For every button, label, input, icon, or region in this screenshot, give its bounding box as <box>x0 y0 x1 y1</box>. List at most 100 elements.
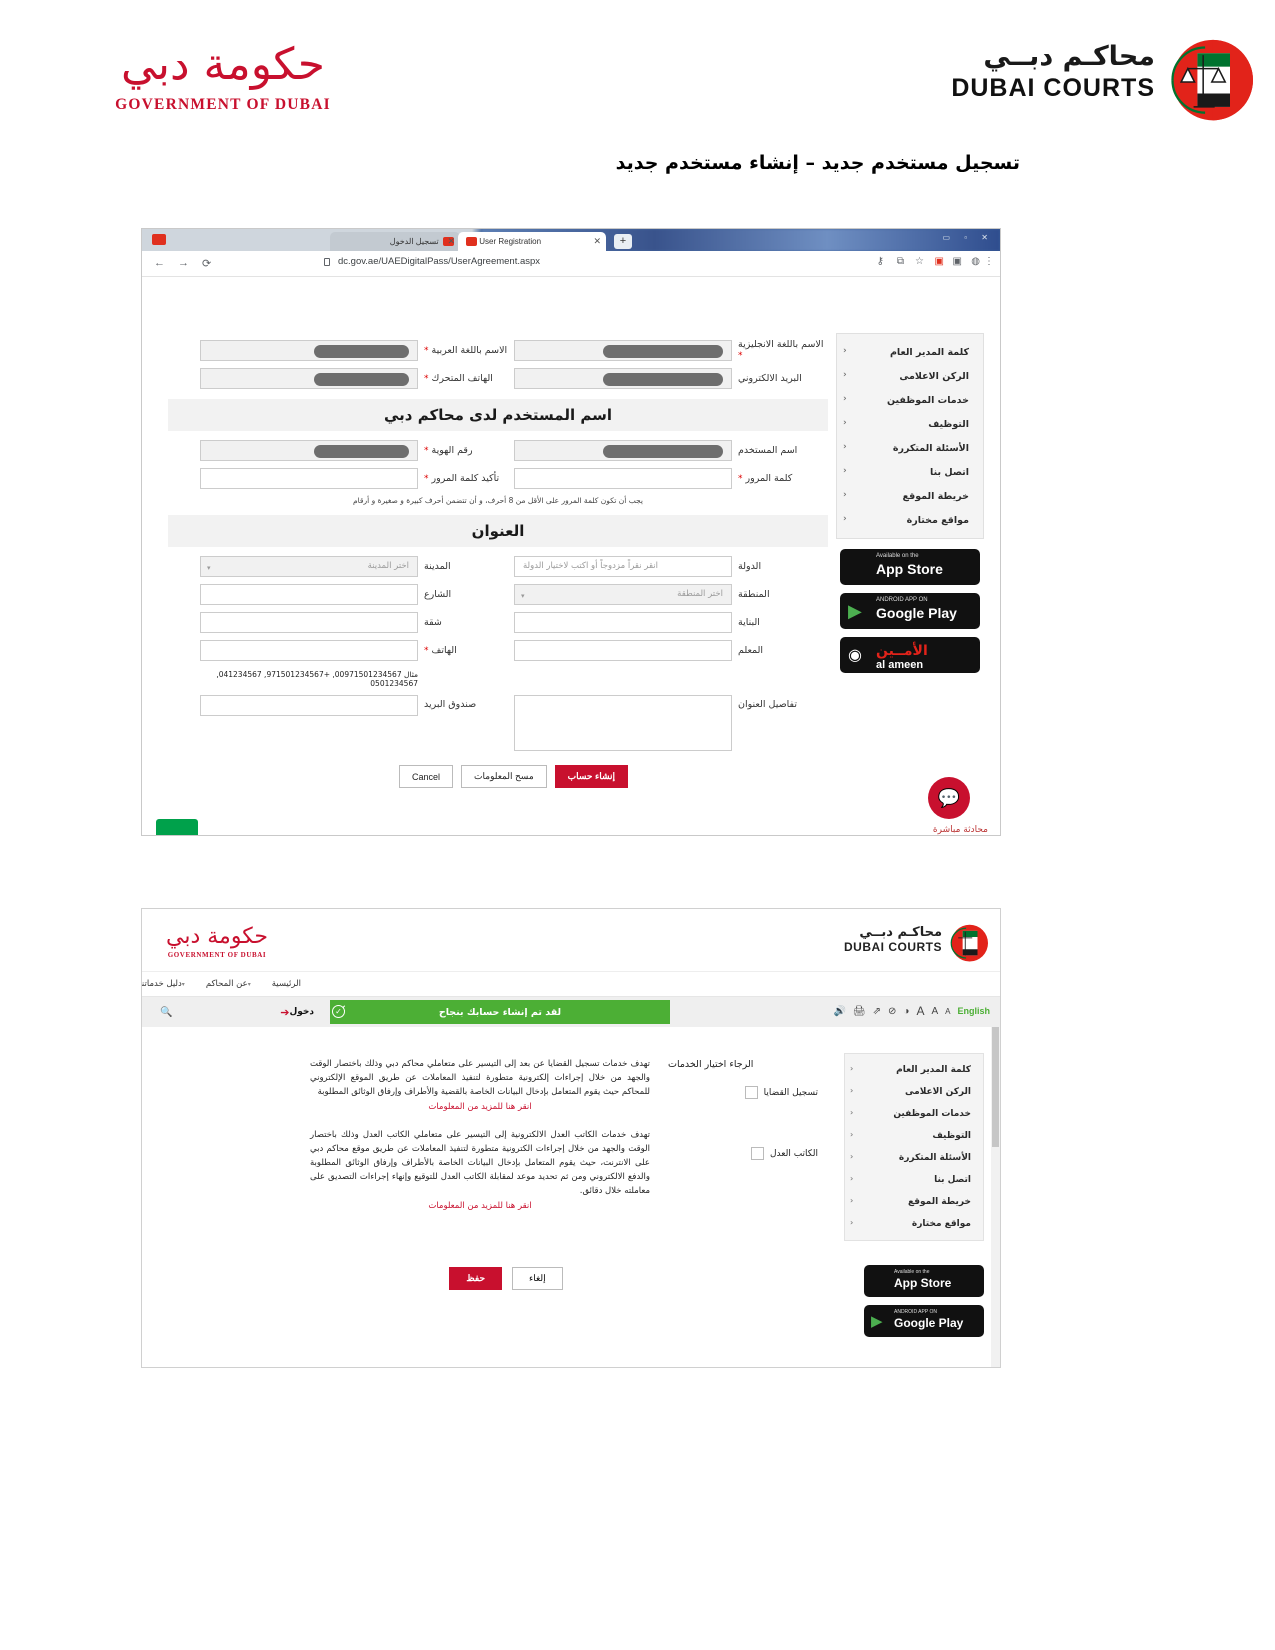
area-select[interactable]: اختر المنطقة ▾ <box>514 584 732 605</box>
al-ameen-badge-english: al ameen <box>876 659 924 671</box>
al-ameen-badge[interactable]: ◉ الأمــين al ameen <box>840 637 980 673</box>
accessibility-green-badge[interactable] <box>156 819 198 835</box>
font-medium-button[interactable]: A <box>931 1006 938 1017</box>
create-account-button[interactable]: إنشاء حساب <box>554 765 628 788</box>
service-option-case-registration[interactable]: تسجيل القضايا <box>668 1086 818 1099</box>
tab-close-icon[interactable]: ✕ <box>447 232 455 251</box>
password-input[interactable] <box>514 468 732 489</box>
window-controls[interactable]: ▭ ▫ ✕ <box>942 233 994 242</box>
country-input[interactable]: انقر نقراً مزدوجاً أو اكتب لاختيار الدول… <box>514 556 732 577</box>
contrast-icon[interactable]: ◑ <box>903 1006 909 1017</box>
sidebar-item-6[interactable]: ‹ خريطة الموقع <box>845 1191 983 1213</box>
building-input[interactable] <box>514 612 732 633</box>
sidebar-item-5[interactable]: ‹ اتصل بنا <box>845 1169 983 1191</box>
google-play-badge-small: ANDROID APP ON <box>894 1309 937 1315</box>
print-icon[interactable]: 🖨 <box>853 1006 866 1017</box>
app-store-badge-big: App Store <box>894 1276 952 1290</box>
flat-input[interactable] <box>200 612 418 633</box>
cancel-button[interactable]: إلغاء <box>512 1267 563 1290</box>
sidebar-menu: ‹ كلمة المدير العام ‹ الركن الاعلامى ‹ خ… <box>836 333 984 539</box>
copy-icon[interactable]: ⧉ <box>897 256 904 267</box>
phone-input[interactable] <box>200 640 418 661</box>
sidebar-item-5[interactable]: ‹ اتصل بنا <box>837 460 983 484</box>
back-icon[interactable]: ← <box>154 257 165 269</box>
accessibility-icon[interactable]: ⊘ <box>888 1006 896 1017</box>
login-area[interactable]: دخول ➔ 🔍 <box>152 1001 322 1023</box>
sound-icon[interactable]: 🔊 <box>833 1006 845 1017</box>
sidebar-item-7[interactable]: ‹ مواقع مختارة <box>845 1213 983 1235</box>
service-selection-body: ‹ كلمة المدير العام ‹ الركن الاعلامى ‹ خدما… <box>142 1027 1000 1367</box>
sidebar-item-2[interactable]: ‹ خدمات الموظفين <box>837 388 983 412</box>
government-of-dubai-logo: حكومة دبي GOVERNMENT OF DUBAI <box>78 34 368 130</box>
confirm-password-input[interactable] <box>200 468 418 489</box>
sidebar-item-3[interactable]: ‹ التوظيف <box>837 412 983 436</box>
sidebar-item-label: كلمة المدير العام <box>896 1065 971 1075</box>
sidebar-item-1[interactable]: ‹ الركن الاعلامى <box>837 364 983 388</box>
more-info-link-1[interactable]: انقر هنا للمزيد من المعلومات <box>310 1201 650 1211</box>
email-input[interactable] <box>514 368 732 389</box>
po-box-input[interactable] <box>200 695 418 716</box>
sidebar-item-1[interactable]: ‹ الركن الاعلامى <box>845 1081 983 1103</box>
url-text[interactable]: dc.gov.ae/UAEDigitalPass/UserAgreement.a… <box>338 256 540 267</box>
nav-item-0[interactable]: الرئيسية <box>263 979 310 989</box>
sidebar-item-4[interactable]: ‹ الأسئلة المتكررة <box>837 436 983 460</box>
nav-item-2[interactable]: ▾دليل خدماتنا <box>142 979 197 989</box>
font-large-button[interactable]: A <box>916 1004 924 1018</box>
tab-close-icon[interactable]: ✕ <box>593 232 601 251</box>
sidebar-item-7[interactable]: ‹ مواقع مختارة <box>837 508 983 532</box>
sidebar-item-0[interactable]: ‹ كلمة المدير العام <box>845 1059 983 1081</box>
page-scrollbar[interactable] <box>991 1027 1000 1367</box>
sidebar-item-label: الأسئلة المتكررة <box>892 442 969 454</box>
forward-icon[interactable]: → <box>178 257 189 269</box>
google-play-badge[interactable]: ▶ ANDROID APP ON Google Play <box>864 1305 984 1337</box>
password-label: كلمة المرور * <box>732 473 828 484</box>
browser-url-bar: ← → ⟳ dc.gov.ae/UAEDigitalPass/UserAgree… <box>142 251 1000 277</box>
clear-info-button[interactable]: مسح المعلومات <box>461 765 547 788</box>
service-checkbox[interactable] <box>744 1086 758 1099</box>
share-icon[interactable]: ⇗ <box>873 1006 881 1017</box>
landmark-input[interactable] <box>514 640 732 661</box>
browser-tab-user-registration[interactable]: User Registration ✕ <box>458 232 606 251</box>
section-title-username: اسم المستخدم لدى محاكم دبي <box>168 399 828 431</box>
key-icon[interactable]: ⚷ <box>877 256 884 267</box>
extension-icon[interactable]: ▣ <box>935 256 944 267</box>
google-play-badge[interactable]: ▶ ANDROID APP ON Google Play <box>840 593 980 629</box>
language-toggle[interactable]: English <box>957 1006 990 1016</box>
bookmark-star-icon[interactable]: ☆ <box>915 256 924 267</box>
sidebar-item-2[interactable]: ‹ خدمات الموظفين <box>845 1103 983 1125</box>
scrollbar-thumb[interactable] <box>992 1027 999 1147</box>
profile-avatar-icon[interactable]: ◍ <box>971 256 980 267</box>
more-info-link-0[interactable]: انقر هنا للمزيد من المعلومات <box>310 1102 650 1112</box>
name-en-input[interactable] <box>514 339 732 361</box>
service-option-notary[interactable]: الكاتب العدل <box>668 1147 818 1160</box>
app-store-badge[interactable]: Available on the App Store <box>864 1265 984 1297</box>
extension2-icon[interactable]: ▣ <box>953 256 962 267</box>
chevron-left-icon: ‹ <box>843 418 847 428</box>
new-tab-button[interactable]: + <box>614 234 632 249</box>
address-details-textarea[interactable] <box>514 695 732 751</box>
app-store-badge[interactable]: Available on the App Store <box>840 549 980 585</box>
sidebar-item-3[interactable]: ‹ التوظيف <box>845 1125 983 1147</box>
chrome-menu-icon[interactable]: ⋮ <box>984 256 994 267</box>
sidebar-item-6[interactable]: ‹ خريطة الموقع <box>837 484 983 508</box>
city-select[interactable]: اختر المدينة ▾ <box>200 556 418 577</box>
service-checkbox[interactable] <box>750 1147 764 1160</box>
browser-tab-login[interactable]: تسجيل الدخول ✕ <box>330 232 460 251</box>
username-input[interactable] <box>514 440 732 461</box>
mobile-input[interactable] <box>200 368 418 389</box>
sidebar-item-label: مواقع مختارة <box>906 514 969 526</box>
emirates-id-input[interactable] <box>200 440 418 461</box>
dubai-courts-english: DUBAI COURTS <box>844 940 942 954</box>
search-icon[interactable]: 🔍 <box>160 1007 172 1018</box>
name-ar-input[interactable] <box>200 339 418 361</box>
sidebar-item-label: كلمة المدير العام <box>889 346 969 358</box>
live-chat-button[interactable]: 💬 <box>928 777 970 819</box>
nav-item-1[interactable]: ▾عن المحاكم <box>197 979 263 989</box>
sidebar-item-0[interactable]: ‹ كلمة المدير العام <box>837 340 983 364</box>
save-button[interactable]: حفظ <box>449 1267 503 1290</box>
street-input[interactable] <box>200 584 418 605</box>
font-small-button[interactable]: A <box>945 1007 950 1016</box>
cancel-button[interactable]: Cancel <box>399 765 454 788</box>
sidebar-item-4[interactable]: ‹ الأسئلة المتكررة <box>845 1147 983 1169</box>
reload-icon[interactable]: ⟳ <box>202 257 211 270</box>
